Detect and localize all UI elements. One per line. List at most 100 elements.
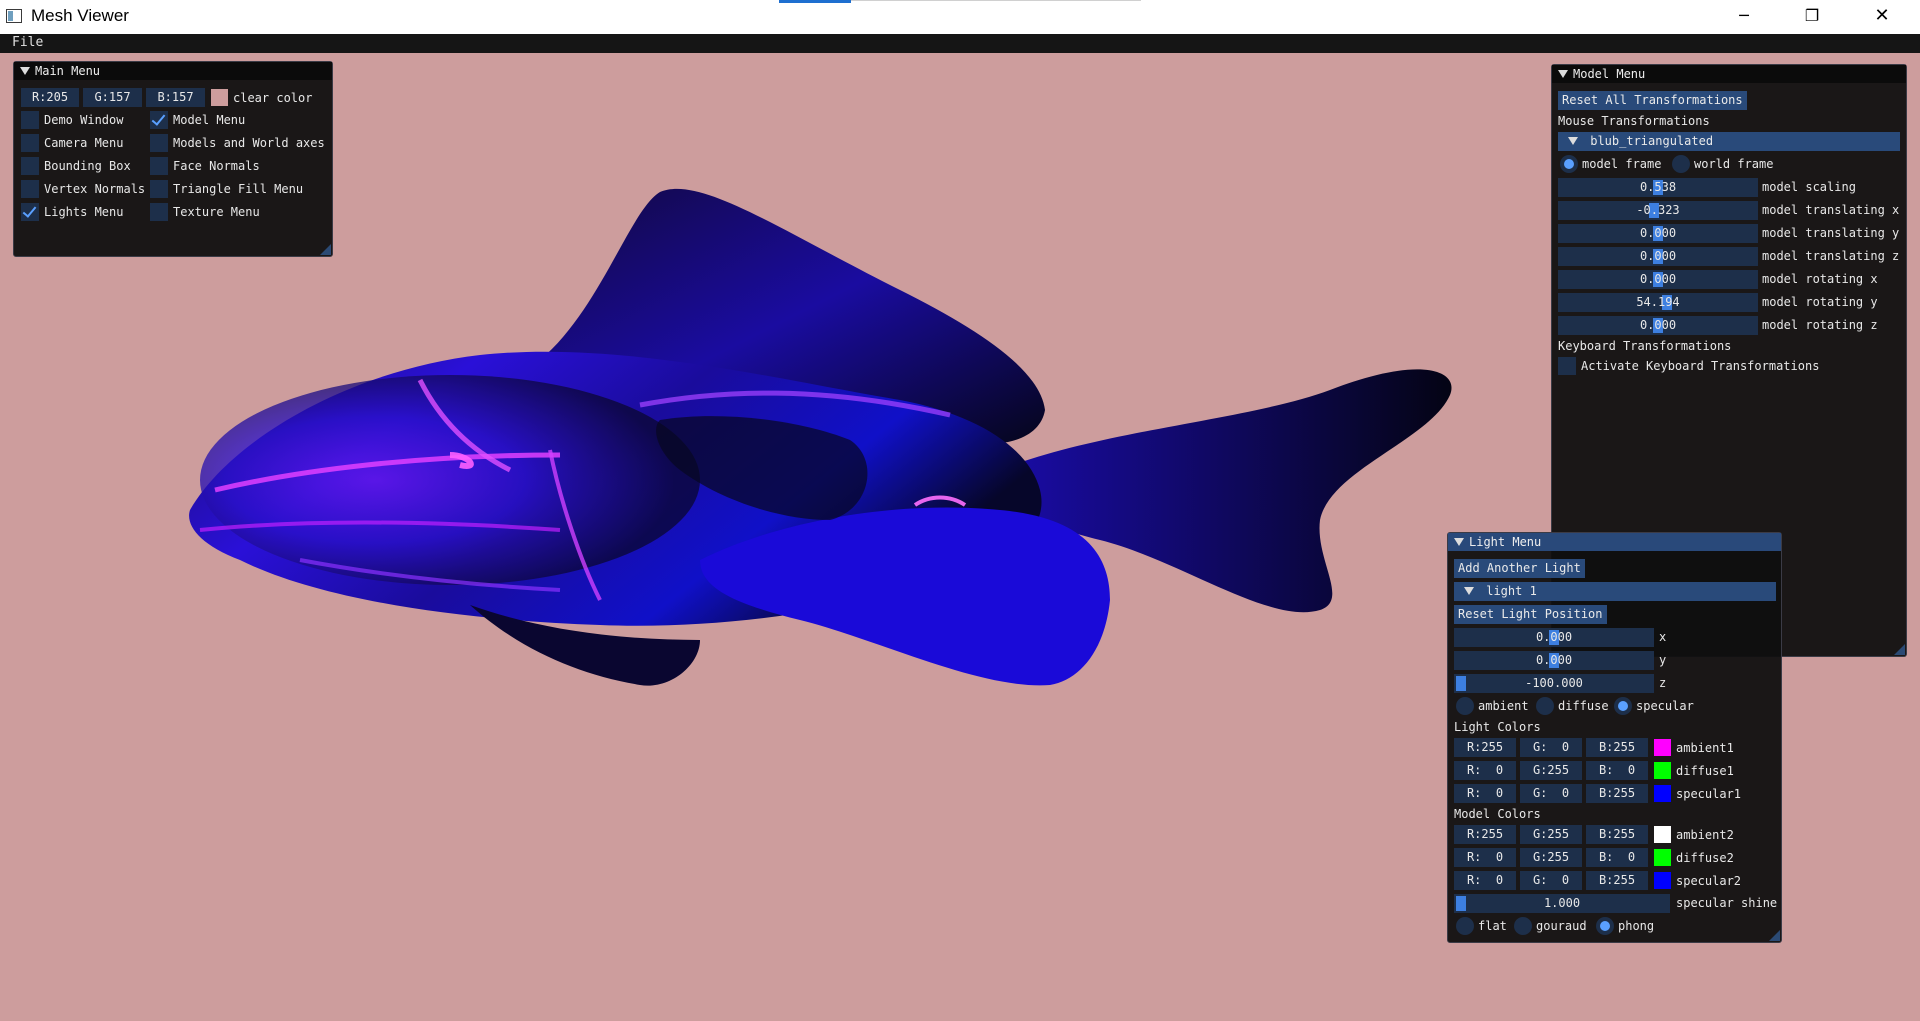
light-x-slider[interactable]: 0.000: [1454, 628, 1654, 647]
flat-label: flat: [1478, 919, 1507, 933]
specular2-g-field[interactable]: G: 0: [1520, 871, 1582, 890]
slider-value: 54.194: [1636, 295, 1680, 309]
texture-menu-checkbox[interactable]: [150, 203, 168, 221]
slider-value: 0.000: [1639, 272, 1677, 286]
light-menu-window[interactable]: Light Menu Add Another Light light 1 Res…: [1447, 532, 1782, 943]
ambient1-swatch[interactable]: [1654, 739, 1671, 756]
diffuse2-swatch[interactable]: [1654, 849, 1671, 866]
collapse-arrow-icon[interactable]: [1454, 538, 1464, 546]
model-rotating-z-slider[interactable]: 0.000: [1558, 316, 1758, 335]
collapse-arrow-icon[interactable]: [1558, 70, 1568, 78]
diffuse1-b-field[interactable]: B: 0: [1586, 761, 1648, 780]
specular2-b-field[interactable]: B:255: [1586, 871, 1648, 890]
ambient2-label: ambient2: [1676, 828, 1734, 842]
world-frame-label: world frame: [1694, 157, 1774, 171]
slider-grab[interactable]: [1456, 676, 1466, 691]
minimize-button[interactable]: ─: [1710, 0, 1778, 34]
reset-all-transformations-button[interactable]: Reset All Transformations: [1558, 91, 1747, 110]
model-header-blub-triangulated[interactable]: blub_triangulated: [1558, 132, 1900, 151]
diffuse1-swatch[interactable]: [1654, 762, 1671, 779]
model-rotating-y-slider[interactable]: 54.194: [1558, 293, 1758, 312]
face-normals-checkbox[interactable]: [150, 157, 168, 175]
main-menu-window[interactable]: Main Menu R:205 G:157 B:157 clear color …: [13, 61, 333, 257]
slider-value: 0.000: [1639, 249, 1677, 263]
model-menu-checkbox[interactable]: [150, 111, 168, 129]
clear-color-g-field[interactable]: G:157: [83, 88, 142, 107]
keyboard-transformations-checkbox[interactable]: [1558, 357, 1576, 375]
slider-value: -100.000: [1525, 676, 1583, 690]
gouraud-radio[interactable]: [1514, 917, 1532, 935]
close-button[interactable]: ✕: [1848, 0, 1916, 34]
model-translating-z-slider[interactable]: 0.000: [1558, 247, 1758, 266]
diffuse-radio[interactable]: [1536, 697, 1554, 715]
bounding-box-checkbox[interactable]: [21, 157, 39, 175]
clear-color-b-field[interactable]: B:157: [146, 88, 205, 107]
light-menu-titlebar[interactable]: Light Menu: [1448, 533, 1781, 551]
model-frame-radio[interactable]: [1560, 155, 1578, 173]
collapse-arrow-icon[interactable]: [20, 67, 30, 75]
light-1-label: light 1: [1486, 584, 1537, 598]
title-bar: Mesh Viewer ─ ❐ ✕: [0, 0, 1920, 34]
model-translating-z-label: model translating z: [1762, 249, 1900, 263]
specular2-swatch[interactable]: [1654, 872, 1671, 889]
specular2-r-field[interactable]: R: 0: [1454, 871, 1516, 890]
specular1-swatch[interactable]: [1654, 785, 1671, 802]
axes-label: Models and World axes: [173, 136, 325, 150]
specular1-r-field[interactable]: R: 0: [1454, 784, 1516, 803]
diffuse1-label: diffuse1: [1676, 764, 1734, 778]
specular-radio[interactable]: [1614, 697, 1632, 715]
world-frame-radio[interactable]: [1672, 155, 1690, 173]
clear-color-swatch[interactable]: [211, 89, 228, 106]
model-rotating-x-slider[interactable]: 0.000: [1558, 270, 1758, 289]
model-rotating-y-label: model rotating y: [1762, 295, 1878, 309]
phong-radio[interactable]: [1596, 917, 1614, 935]
model-menu-titlebar[interactable]: Model Menu: [1552, 65, 1906, 83]
light-y-slider[interactable]: 0.000: [1454, 651, 1654, 670]
slider-grab[interactable]: [1456, 896, 1466, 911]
diffuse1-g-field[interactable]: G:255: [1520, 761, 1582, 780]
model-scaling-slider[interactable]: 0.538: [1558, 178, 1758, 197]
menu-file[interactable]: File: [12, 35, 43, 50]
ambient2-swatch[interactable]: [1654, 826, 1671, 843]
ambient-radio[interactable]: [1456, 697, 1474, 715]
resize-grip[interactable]: [1769, 930, 1780, 941]
demo-window-checkbox[interactable]: [21, 111, 39, 129]
lights-menu-checkbox[interactable]: [21, 203, 39, 221]
slider-value: 0.000: [1639, 318, 1677, 332]
flat-radio[interactable]: [1456, 917, 1474, 935]
add-another-light-button[interactable]: Add Another Light: [1454, 559, 1585, 578]
diffuse2-b-field[interactable]: B: 0: [1586, 848, 1648, 867]
reset-light-position-button[interactable]: Reset Light Position: [1454, 605, 1607, 624]
phong-label: phong: [1618, 919, 1655, 933]
ambient2-g-field[interactable]: G:255: [1520, 825, 1582, 844]
ambient1-r-field[interactable]: R:255: [1454, 738, 1516, 757]
resize-grip[interactable]: [1894, 644, 1905, 655]
light-z-slider[interactable]: -100.000: [1454, 674, 1654, 693]
diffuse2-r-field[interactable]: R: 0: [1454, 848, 1516, 867]
model-header-label: blub_triangulated: [1590, 134, 1714, 148]
axes-checkbox[interactable]: [150, 134, 168, 152]
model-translating-y-slider[interactable]: 0.000: [1558, 224, 1758, 243]
camera-menu-checkbox[interactable]: [21, 134, 39, 152]
main-menu-titlebar[interactable]: Main Menu: [14, 62, 332, 80]
ambient1-b-field[interactable]: B:255: [1586, 738, 1648, 757]
specular1-g-field[interactable]: G: 0: [1520, 784, 1582, 803]
resize-grip[interactable]: [320, 244, 331, 255]
specular-shine-slider[interactable]: 1.000: [1454, 894, 1670, 913]
vertex-normals-checkbox[interactable]: [21, 180, 39, 198]
model-translating-x-slider[interactable]: -0.323: [1558, 201, 1758, 220]
gouraud-label: gouraud: [1536, 919, 1587, 933]
diffuse2-g-field[interactable]: G:255: [1520, 848, 1582, 867]
slider-value: 0.000: [1535, 630, 1573, 644]
model-menu-title: Model Menu: [1573, 67, 1646, 81]
light-1-header[interactable]: light 1: [1454, 582, 1776, 601]
triangle-fill-checkbox[interactable]: [150, 180, 168, 198]
specular1-b-field[interactable]: B:255: [1586, 784, 1648, 803]
model-rotating-x-label: model rotating x: [1762, 272, 1878, 286]
restore-button[interactable]: ❐: [1778, 0, 1846, 34]
diffuse1-r-field[interactable]: R: 0: [1454, 761, 1516, 780]
clear-color-r-field[interactable]: R:205: [21, 88, 79, 107]
ambient1-g-field[interactable]: G: 0: [1520, 738, 1582, 757]
ambient2-b-field[interactable]: B:255: [1586, 825, 1648, 844]
ambient2-r-field[interactable]: R:255: [1454, 825, 1516, 844]
